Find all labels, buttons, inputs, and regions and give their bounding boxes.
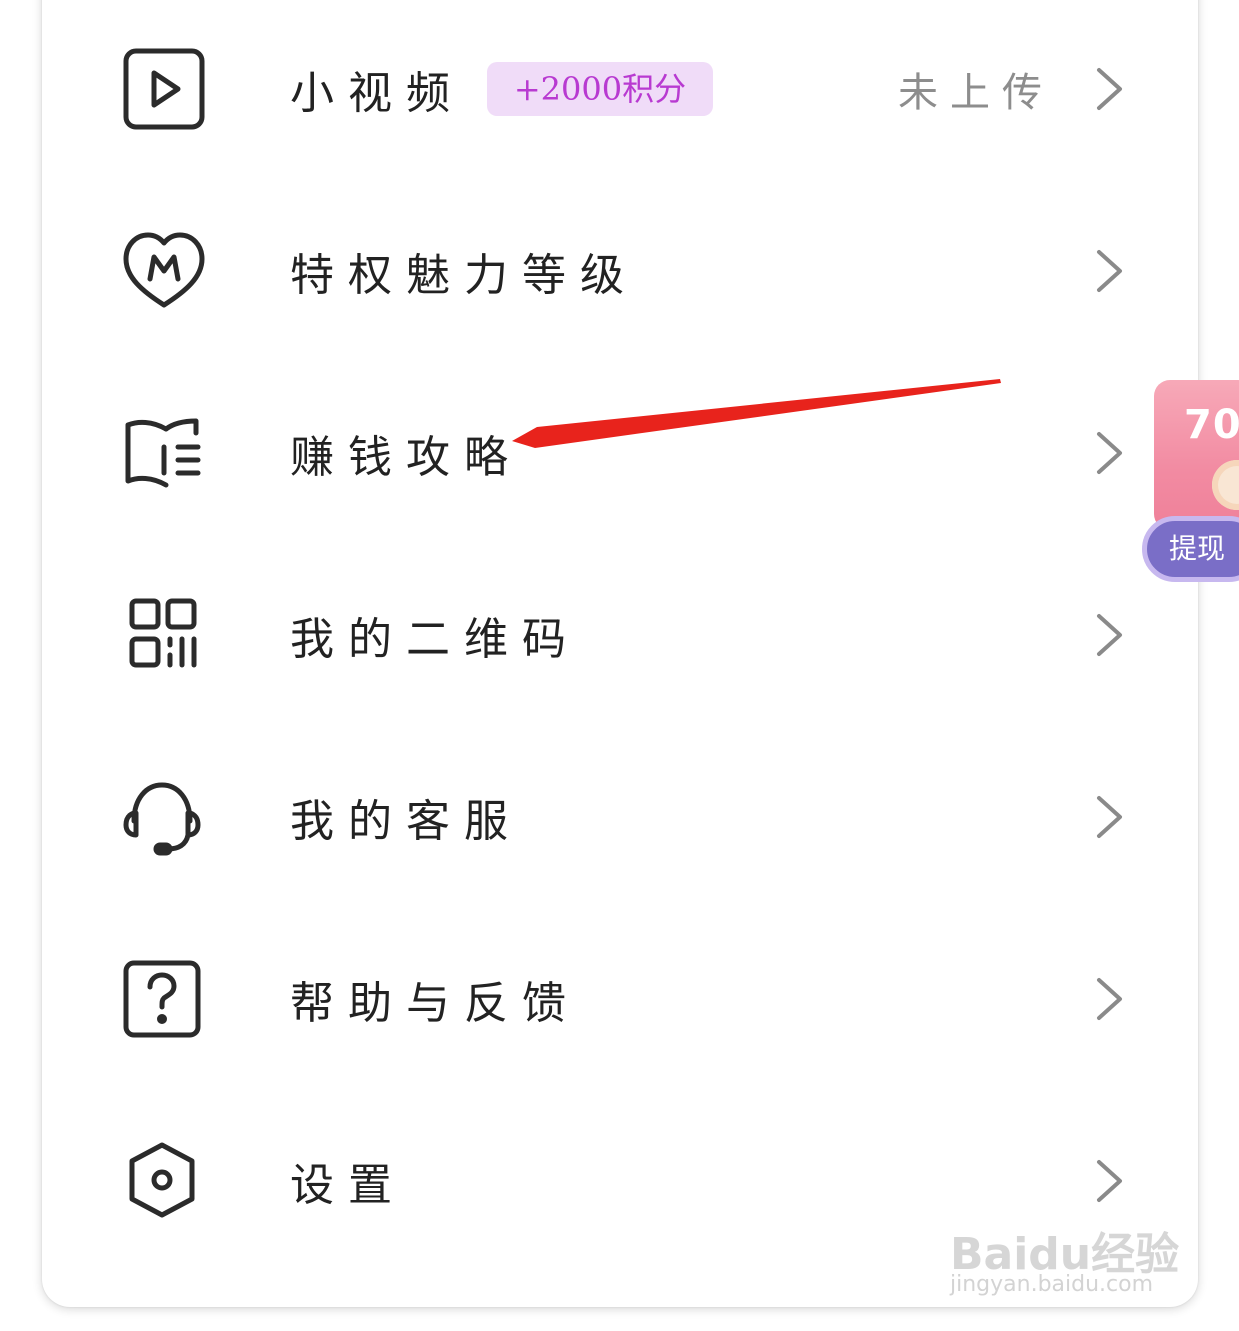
red-packet-card: 70: [1154, 380, 1239, 530]
menu-item-label: 特权魅力等级: [290, 250, 638, 301]
withdraw-floating-widget[interactable]: 70 提现: [1142, 380, 1239, 586]
widget-amount: 70: [1184, 402, 1239, 448]
qr-code-icon: [122, 593, 206, 677]
menu-item-my-qr-code[interactable]: 我的二维码: [42, 544, 1198, 726]
menu-item-label: 帮助与反馈: [290, 978, 580, 1029]
menu-item-label: 我的客服: [290, 796, 522, 847]
menu-item-label: 我的二维码: [290, 614, 580, 665]
heart-level-icon: [122, 229, 206, 313]
chevron-right-icon: [1092, 249, 1126, 293]
menu-item-privilege-charm-level[interactable]: 特权魅力等级: [42, 180, 1198, 362]
chevron-right-icon: [1092, 1159, 1126, 1203]
chevron-right-icon: [1092, 977, 1126, 1021]
withdraw-button[interactable]: 提现: [1142, 516, 1239, 582]
settings-hexagon-icon: [122, 1139, 206, 1223]
menu-item-short-video[interactable]: 小视频 +2000积分 未上传: [42, 0, 1198, 180]
play-video-icon: [122, 47, 206, 131]
menu-item-customer-service[interactable]: 我的客服: [42, 726, 1198, 908]
menu-item-label: 设置: [290, 1160, 406, 1211]
menu-item-label: 赚钱攻略: [290, 432, 522, 483]
baidu-jingyan-watermark: Baidu经验 jingyan.baidu.com: [950, 1200, 1180, 1310]
upload-status: 未上传: [898, 70, 1054, 116]
guide-book-icon: [122, 411, 206, 495]
help-question-icon: [122, 957, 206, 1041]
points-badge: +2000积分: [487, 62, 713, 116]
chevron-right-icon: [1092, 67, 1126, 111]
chevron-right-icon: [1092, 795, 1126, 839]
coin-icon: [1212, 460, 1239, 510]
menu-item-earning-guide[interactable]: 赚钱攻略: [42, 362, 1198, 544]
chevron-right-icon: [1092, 431, 1126, 475]
headset-icon: [122, 775, 206, 859]
watermark-url: jingyan.baidu.com: [950, 1272, 1154, 1297]
chevron-right-icon: [1092, 613, 1126, 657]
menu-item-help-feedback[interactable]: 帮助与反馈: [42, 908, 1198, 1090]
menu-item-label: 小视频: [290, 68, 464, 119]
